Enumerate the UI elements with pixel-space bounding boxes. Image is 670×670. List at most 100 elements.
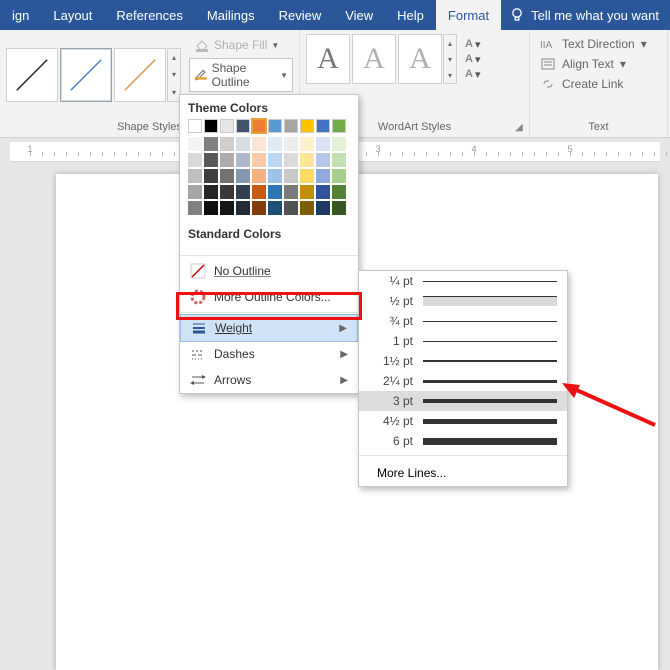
wordart-style-1[interactable]: A (306, 34, 350, 84)
theme-shade-swatch[interactable] (268, 137, 282, 151)
weight-option[interactable]: 6 pt (359, 431, 567, 451)
theme-shade-swatch[interactable] (236, 137, 250, 151)
theme-shade-swatch[interactable] (284, 137, 298, 151)
shape-style-2[interactable] (60, 48, 112, 102)
theme-shade-swatch[interactable] (220, 185, 234, 199)
text-fill-button[interactable]: A▾ (465, 38, 480, 51)
theme-shade-swatch[interactable] (284, 201, 298, 215)
wordart-more[interactable]: ▴▾▾ (443, 34, 457, 84)
theme-shade-swatch[interactable] (220, 153, 234, 167)
theme-shade-swatch[interactable] (316, 201, 330, 215)
weight-option[interactable]: ½ pt (359, 291, 567, 311)
weight-option[interactable]: 2¼ pt (359, 371, 567, 391)
theme-shade-swatch[interactable] (300, 169, 314, 183)
theme-shade-swatch[interactable] (188, 169, 202, 183)
theme-shade-swatch[interactable] (204, 153, 218, 167)
weight-option[interactable]: 4½ pt (359, 411, 567, 431)
wordart-launcher[interactable]: ◢ (513, 121, 525, 133)
shape-style-1[interactable] (6, 48, 58, 102)
weight-option[interactable]: ¾ pt (359, 311, 567, 331)
weight-option[interactable]: 3 pt (359, 391, 567, 411)
theme-shade-swatch[interactable] (204, 137, 218, 151)
text-direction-button[interactable]: IIA Text Direction▾ (536, 34, 661, 54)
theme-color-swatch[interactable] (268, 119, 282, 133)
theme-shade-swatch[interactable] (316, 153, 330, 167)
theme-color-swatch[interactable] (300, 119, 314, 133)
theme-shade-swatch[interactable] (188, 185, 202, 199)
tell-me-search[interactable]: Tell me what you want (509, 0, 659, 30)
theme-shade-swatch[interactable] (284, 169, 298, 183)
shape-outline-button[interactable]: Shape Outline ▼ (189, 58, 293, 92)
theme-color-swatch[interactable] (316, 119, 330, 133)
tab-format[interactable]: Format (436, 0, 501, 30)
shape-style-3[interactable] (114, 48, 166, 102)
weight-option[interactable]: 1½ pt (359, 351, 567, 371)
theme-shade-swatch[interactable] (236, 201, 250, 215)
theme-color-swatch[interactable] (188, 119, 202, 133)
more-colors-item[interactable]: More Outline Colors... (180, 284, 358, 310)
theme-shade-swatch[interactable] (188, 153, 202, 167)
wordart-style-3[interactable]: A (398, 34, 442, 84)
theme-shade-swatch[interactable] (236, 185, 250, 199)
theme-shade-swatch[interactable] (252, 153, 266, 167)
theme-color-swatch[interactable] (252, 119, 266, 133)
theme-color-swatch[interactable] (236, 119, 250, 133)
tab-review[interactable]: Review (267, 0, 334, 30)
theme-shade-swatch[interactable] (268, 201, 282, 215)
theme-shade-swatch[interactable] (188, 137, 202, 151)
no-outline-item[interactable]: No Outline (180, 258, 358, 284)
theme-shade-swatch[interactable] (236, 153, 250, 167)
theme-shade-swatch[interactable] (332, 137, 346, 151)
shape-style-gallery[interactable]: ▴▾▾ (6, 48, 181, 102)
tab-layout[interactable]: Layout (41, 0, 104, 30)
theme-shade-swatch[interactable] (300, 185, 314, 199)
tab-references[interactable]: References (104, 0, 194, 30)
theme-shade-swatch[interactable] (268, 169, 282, 183)
theme-shade-swatch[interactable] (300, 153, 314, 167)
tab-mailings[interactable]: Mailings (195, 0, 267, 30)
theme-shade-swatch[interactable] (300, 201, 314, 215)
theme-color-swatch[interactable] (220, 119, 234, 133)
theme-shade-swatch[interactable] (236, 169, 250, 183)
tab-view[interactable]: View (333, 0, 385, 30)
theme-shade-swatch[interactable] (220, 137, 234, 151)
theme-shade-swatch[interactable] (284, 185, 298, 199)
theme-shade-swatch[interactable] (300, 137, 314, 151)
dashes-item[interactable]: Dashes ▶ (180, 341, 358, 367)
create-link-button[interactable]: Create Link (536, 74, 661, 94)
theme-shade-swatch[interactable] (252, 169, 266, 183)
theme-shade-swatch[interactable] (188, 201, 202, 215)
theme-shade-swatch[interactable] (332, 169, 346, 183)
theme-color-swatch[interactable] (284, 119, 298, 133)
wordart-style-2[interactable]: A (352, 34, 396, 84)
wordart-gallery[interactable]: A A A ▴▾▾ (306, 34, 457, 84)
theme-shade-swatch[interactable] (284, 153, 298, 167)
theme-shade-swatch[interactable] (316, 185, 330, 199)
weight-option[interactable]: 1 pt (359, 331, 567, 351)
theme-shade-swatch[interactable] (332, 185, 346, 199)
theme-shade-swatch[interactable] (332, 201, 346, 215)
theme-shade-swatch[interactable] (204, 169, 218, 183)
theme-shade-swatch[interactable] (220, 201, 234, 215)
theme-shade-swatch[interactable] (316, 169, 330, 183)
theme-shade-swatch[interactable] (204, 201, 218, 215)
text-outline-button[interactable]: A▾ (465, 53, 480, 66)
theme-shade-swatch[interactable] (332, 153, 346, 167)
theme-shade-swatch[interactable] (204, 185, 218, 199)
theme-shade-swatch[interactable] (316, 137, 330, 151)
align-text-button[interactable]: Align Text▾ (536, 54, 661, 74)
text-effects-button[interactable]: A▾ (465, 68, 480, 81)
weight-option[interactable]: ¼ pt (359, 271, 567, 291)
theme-color-swatch[interactable] (204, 119, 218, 133)
shape-fill-button[interactable]: Shape Fill ▼ (189, 34, 293, 56)
tab-design[interactable]: ign (0, 0, 41, 30)
theme-shade-swatch[interactable] (252, 201, 266, 215)
weight-item[interactable]: Weight ▶ (180, 314, 358, 342)
theme-shade-swatch[interactable] (252, 185, 266, 199)
theme-shade-swatch[interactable] (252, 137, 266, 151)
more-lines-item[interactable]: More Lines... (359, 460, 567, 486)
theme-shade-swatch[interactable] (268, 153, 282, 167)
theme-shade-swatch[interactable] (268, 185, 282, 199)
tab-help[interactable]: Help (385, 0, 436, 30)
theme-shade-swatch[interactable] (220, 169, 234, 183)
